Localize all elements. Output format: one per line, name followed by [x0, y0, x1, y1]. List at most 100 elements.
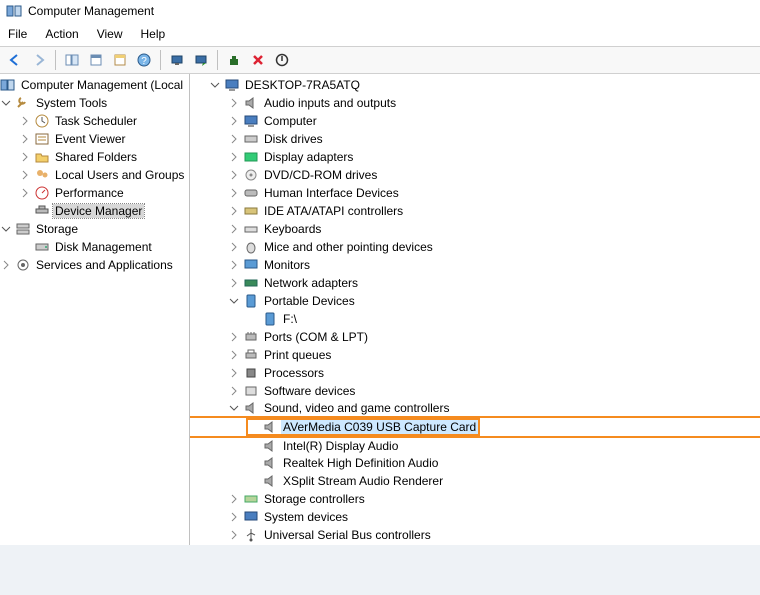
- tree-event-viewer[interactable]: Event Viewer: [0, 130, 189, 148]
- chevron-right-icon[interactable]: [228, 367, 240, 379]
- cat-keyboards[interactable]: Keyboards: [190, 220, 760, 238]
- cat-print-queues[interactable]: Print queues: [190, 346, 760, 364]
- chevron-down-icon[interactable]: [0, 223, 12, 235]
- device-avermedia[interactable]: AVerMedia C039 USB Capture Card: [190, 418, 760, 436]
- cat-hid[interactable]: Human Interface Devices: [190, 184, 760, 202]
- chevron-right-icon[interactable]: [228, 493, 240, 505]
- chevron-down-icon[interactable]: [0, 97, 12, 109]
- chevron-right-icon[interactable]: [19, 151, 31, 163]
- chevron-right-icon[interactable]: [228, 529, 240, 541]
- tree-label: Shared Folders: [53, 150, 139, 164]
- cat-network[interactable]: Network adapters: [190, 274, 760, 292]
- device-intel-display-audio[interactable]: Intel(R) Display Audio: [190, 436, 760, 454]
- chevron-right-icon[interactable]: [228, 259, 240, 271]
- chevron-right-icon[interactable]: [228, 331, 240, 343]
- chevron-right-icon[interactable]: [19, 133, 31, 145]
- update-driver-button[interactable]: [190, 49, 212, 71]
- speaker-icon: [262, 473, 278, 489]
- device-f-drive[interactable]: F:\: [190, 310, 760, 328]
- tree-root-computer-management[interactable]: Computer Management (Local: [0, 76, 189, 94]
- menu-file[interactable]: File: [8, 27, 27, 41]
- chevron-right-icon[interactable]: [228, 511, 240, 523]
- chevron-right-icon[interactable]: [228, 385, 240, 397]
- disable-button[interactable]: [247, 49, 269, 71]
- chevron-down-icon[interactable]: [209, 79, 221, 91]
- tree-performance[interactable]: Performance: [0, 184, 189, 202]
- tree-label: Sound, video and game controllers: [262, 401, 451, 415]
- mouse-icon: [243, 239, 259, 255]
- tree-label: Device Manager: [53, 204, 144, 218]
- chevron-right-icon[interactable]: [228, 151, 240, 163]
- tree-shared-folders[interactable]: Shared Folders: [0, 148, 189, 166]
- tree-label: Intel(R) Display Audio: [281, 439, 400, 453]
- cat-audio-io[interactable]: Audio inputs and outputs: [190, 94, 760, 112]
- chevron-right-icon[interactable]: [0, 259, 12, 271]
- portable-device-icon: [243, 293, 259, 309]
- cat-ide[interactable]: IDE ATA/ATAPI controllers: [190, 202, 760, 220]
- cat-system-devices[interactable]: System devices: [190, 508, 760, 526]
- tree-device-manager[interactable]: Device Manager: [0, 202, 189, 220]
- chevron-right-icon[interactable]: [228, 349, 240, 361]
- cat-software-devices[interactable]: Software devices: [190, 382, 760, 400]
- chevron-right-icon[interactable]: [228, 133, 240, 145]
- cat-portable-devices[interactable]: Portable Devices: [190, 292, 760, 310]
- cat-mice[interactable]: Mice and other pointing devices: [190, 238, 760, 256]
- export-button[interactable]: [109, 49, 131, 71]
- help-button[interactable]: ?: [133, 49, 155, 71]
- chevron-right-icon[interactable]: [228, 169, 240, 181]
- cat-dvd[interactable]: DVD/CD-ROM drives: [190, 166, 760, 184]
- cat-storage-controllers[interactable]: Storage controllers: [190, 490, 760, 508]
- forward-button[interactable]: [28, 49, 50, 71]
- tree-label: Realtek High Definition Audio: [281, 456, 440, 470]
- chevron-right-icon[interactable]: [19, 187, 31, 199]
- chevron-right-icon[interactable]: [228, 205, 240, 217]
- tree-label: Storage: [34, 222, 80, 236]
- menu-help[interactable]: Help: [141, 27, 166, 41]
- device-realtek-audio[interactable]: Realtek High Definition Audio: [190, 454, 760, 472]
- chevron-right-icon[interactable]: [228, 241, 240, 253]
- uninstall-button[interactable]: [223, 49, 245, 71]
- tree-system-tools[interactable]: System Tools: [0, 94, 189, 112]
- chevron-right-icon[interactable]: [228, 97, 240, 109]
- cat-monitors[interactable]: Monitors: [190, 256, 760, 274]
- menu-action[interactable]: Action: [45, 27, 78, 41]
- storage-controller-icon: [243, 491, 259, 507]
- tools-icon: [15, 95, 31, 111]
- device-root[interactable]: DESKTOP-7RA5ATQ: [190, 76, 760, 94]
- cat-disk-drives[interactable]: Disk drives: [190, 130, 760, 148]
- scan-hardware-button[interactable]: [166, 49, 188, 71]
- menu-view[interactable]: View: [97, 27, 123, 41]
- tree-label: Ports (COM & LPT): [262, 330, 370, 344]
- chevron-right-icon[interactable]: [228, 187, 240, 199]
- port-icon: [243, 329, 259, 345]
- keyboard-icon: [243, 221, 259, 237]
- tree-services-apps[interactable]: Services and Applications: [0, 256, 189, 274]
- tree-storage[interactable]: Storage: [0, 220, 189, 238]
- chevron-right-icon[interactable]: [228, 115, 240, 127]
- tree-task-scheduler[interactable]: Task Scheduler: [0, 112, 189, 130]
- tree-label: Services and Applications: [34, 258, 175, 272]
- tree-disk-management[interactable]: Disk Management: [0, 238, 189, 256]
- cat-ports[interactable]: Ports (COM & LPT): [190, 328, 760, 346]
- properties-button[interactable]: [85, 49, 107, 71]
- performance-icon: [34, 185, 50, 201]
- chevron-right-icon[interactable]: [19, 169, 31, 181]
- toolbar: ?: [0, 46, 760, 74]
- back-button[interactable]: [4, 49, 26, 71]
- enable-button[interactable]: [271, 49, 293, 71]
- cat-sound-video-game[interactable]: Sound, video and game controllers: [190, 400, 760, 418]
- tree-label: Storage controllers: [262, 492, 367, 506]
- cat-processors[interactable]: Processors: [190, 364, 760, 382]
- chevron-down-icon[interactable]: [228, 295, 240, 307]
- tree-local-users[interactable]: Local Users and Groups: [0, 166, 189, 184]
- main-split: Computer Management (Local System Tools …: [0, 74, 760, 545]
- cat-display-adapters[interactable]: Display adapters: [190, 148, 760, 166]
- cat-usb-controllers[interactable]: Universal Serial Bus controllers: [190, 526, 760, 544]
- show-hide-tree-button[interactable]: [61, 49, 83, 71]
- chevron-right-icon[interactable]: [228, 277, 240, 289]
- cat-computer[interactable]: Computer: [190, 112, 760, 130]
- device-xsplit-audio[interactable]: XSplit Stream Audio Renderer: [190, 472, 760, 490]
- chevron-right-icon[interactable]: [19, 115, 31, 127]
- chevron-down-icon[interactable]: [228, 402, 240, 414]
- chevron-right-icon[interactable]: [228, 223, 240, 235]
